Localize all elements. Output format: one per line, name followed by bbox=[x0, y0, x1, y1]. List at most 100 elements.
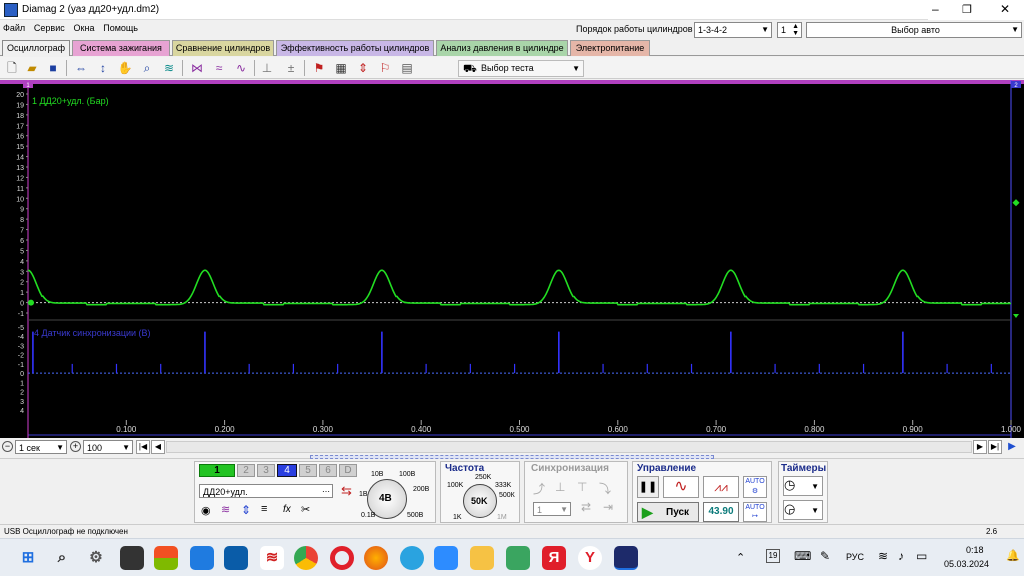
scale-icon[interactable]: ⇕ bbox=[354, 59, 372, 77]
menu-help[interactable]: Помощь bbox=[100, 20, 141, 36]
zero-icon[interactable]: ± bbox=[282, 59, 300, 77]
flag-icon[interactable]: ⚐ bbox=[376, 59, 394, 77]
yandex-icon[interactable]: Я bbox=[542, 546, 566, 570]
tab-power[interactable]: Электропитание bbox=[570, 40, 650, 56]
open-file-icon[interactable]: ▰ bbox=[23, 59, 41, 77]
close-button[interactable]: ✕ bbox=[1000, 2, 1010, 16]
channel-name-field[interactable]: ДД20+удл. ⋯ bbox=[199, 484, 333, 498]
auto-settings-button[interactable]: AUTO ⚙ bbox=[743, 476, 767, 498]
wave-mode-button[interactable]: ⩘⩘ bbox=[703, 476, 739, 498]
sync-channel-select[interactable]: 1 ▼ bbox=[533, 502, 571, 516]
firefox-icon[interactable] bbox=[364, 546, 388, 570]
clock-time[interactable]: 0:18 bbox=[966, 545, 984, 555]
oscilloscope-plot[interactable]: 20 19 18 17 16 15 14 13 12 11 10 9 8 7 6 5 4 3 2 1 0 -1 1 ДД20… bbox=[0, 80, 1024, 438]
zoom-icon[interactable]: ⌕ bbox=[138, 59, 156, 77]
compare-icon[interactable]: ⋈ bbox=[188, 59, 206, 77]
wifi-icon[interactable]: ≋ bbox=[878, 549, 888, 563]
channel-button-1[interactable]: 1 bbox=[199, 464, 235, 477]
time-scale-select[interactable]: 1 сек ▼ bbox=[15, 440, 67, 454]
diamag-icon[interactable] bbox=[614, 546, 638, 570]
tools-icon[interactable]: ✂ bbox=[301, 503, 310, 516]
scroll-left-button[interactable]: ◀ bbox=[151, 440, 165, 454]
eye-icon[interactable]: ◉ bbox=[201, 504, 211, 517]
channel-button-5[interactable]: 5 bbox=[299, 464, 317, 477]
pen-icon[interactable]: ✎ bbox=[820, 549, 830, 563]
start-menu-icon[interactable]: ⊞ bbox=[16, 546, 40, 570]
notifications-icon[interactable]: 🔔 bbox=[1006, 549, 1020, 562]
spectrum-icon[interactable]: ≈ bbox=[210, 59, 228, 77]
channel-button-4[interactable]: 4 bbox=[277, 464, 297, 477]
timer-2-button[interactable]: ◶ ▼ bbox=[783, 500, 823, 520]
outlook-icon[interactable] bbox=[224, 546, 248, 570]
cylinder-spinner[interactable]: 1 ▲ ▼ bbox=[777, 22, 802, 38]
terminal-icon[interactable] bbox=[120, 546, 144, 570]
settings-icon[interactable]: ⚙ bbox=[84, 546, 108, 570]
wifi-app-icon[interactable]: ≋ bbox=[260, 546, 284, 570]
tab-cylinder-efficiency[interactable]: Эффективность работы цилиндров bbox=[276, 40, 434, 56]
zoom-app-icon[interactable] bbox=[434, 546, 458, 570]
marker-icon[interactable]: ⚑ bbox=[310, 59, 328, 77]
function-icon[interactable]: fx bbox=[283, 504, 291, 515]
language-indicator[interactable]: РУС bbox=[846, 552, 864, 562]
sync-mode-icon[interactable]: ⤵ bbox=[599, 480, 611, 497]
grid-icon[interactable]: ▦ bbox=[332, 59, 350, 77]
menu-service[interactable]: Сервис bbox=[31, 20, 68, 36]
zoom-in-icon[interactable]: + bbox=[70, 441, 81, 452]
menu-file[interactable]: Файл bbox=[0, 20, 28, 36]
maximize-button[interactable]: ❐ bbox=[962, 3, 972, 16]
updown-icon[interactable]: ⇕ bbox=[241, 503, 251, 517]
cylinder-order-select[interactable]: 1-3-4-2 ▼ bbox=[694, 22, 772, 38]
play-icon[interactable]: ▶ bbox=[1004, 440, 1020, 454]
channel-button-d[interactable]: D bbox=[339, 464, 357, 477]
lines-icon[interactable]: ≡ bbox=[261, 503, 267, 515]
auto-sync-button[interactable]: AUTO ↦ bbox=[743, 502, 767, 522]
start-button[interactable]: ▶ Пуск bbox=[637, 502, 699, 522]
test-select-dropdown[interactable]: ⛟ Выбор теста ▼ bbox=[458, 60, 584, 77]
amplitude-icon[interactable]: ↕ bbox=[94, 59, 112, 77]
tab-ignition[interactable]: Система зажигания bbox=[72, 40, 170, 56]
scroll-start-button[interactable]: |◀ bbox=[136, 440, 150, 454]
chrome-icon[interactable] bbox=[294, 546, 318, 570]
panel-splitter[interactable] bbox=[310, 455, 714, 459]
keyboard-icon[interactable]: ⌨ bbox=[794, 549, 811, 563]
search-icon[interactable]: ⌕ bbox=[50, 546, 74, 570]
tab-pressure-analysis[interactable]: Анализ давления в цилиндре bbox=[436, 40, 568, 56]
auto-select-dropdown[interactable]: Выбор авто ▼ bbox=[806, 22, 1022, 38]
wave-icon[interactable]: ≋ bbox=[221, 503, 230, 516]
channel-button-2[interactable]: 2 bbox=[237, 464, 255, 477]
pause-button[interactable]: ❚❚ bbox=[637, 476, 659, 498]
zoom-select[interactable]: 100 ▼ bbox=[83, 440, 133, 454]
wave-icon[interactable]: ∿ bbox=[232, 59, 250, 77]
scroll-right-button[interactable]: ▶ bbox=[973, 440, 987, 454]
yandex-browser-icon[interactable]: Y bbox=[578, 546, 602, 570]
sync-shift-icon[interactable]: ⇥ bbox=[603, 500, 613, 514]
tab-cylinder-compare[interactable]: Сравнение цилиндров bbox=[172, 40, 274, 56]
clock-date[interactable]: 05.03.2024 bbox=[944, 559, 989, 569]
battery-icon[interactable]: ▭ bbox=[916, 549, 927, 563]
tab-oscilloscope[interactable]: Осциллограф bbox=[2, 40, 70, 56]
save-icon[interactable]: ■ bbox=[44, 59, 62, 77]
channel-settings-icon[interactable]: ⇆ bbox=[341, 483, 352, 499]
chevron-up-icon[interactable]: ⌃ bbox=[736, 551, 745, 564]
zoom-out-icon[interactable]: − bbox=[2, 441, 13, 452]
channel-button-6[interactable]: 6 bbox=[319, 464, 337, 477]
sync-rise-icon[interactable]: ⤴ bbox=[533, 480, 545, 497]
sync-delay-icon[interactable]: ⇄ bbox=[581, 500, 591, 514]
timer-1-button[interactable]: ◷ ▼ bbox=[783, 476, 823, 496]
hand-icon[interactable]: ✋ bbox=[116, 59, 134, 77]
channel-button-3[interactable]: 3 bbox=[257, 464, 275, 477]
opera-icon[interactable] bbox=[330, 546, 354, 570]
menu-windows[interactable]: Окна bbox=[71, 20, 98, 36]
volume-icon[interactable]: ♪ bbox=[898, 549, 904, 563]
notes-icon[interactable] bbox=[506, 546, 530, 570]
cursor-icon[interactable]: ⇔ bbox=[72, 59, 90, 77]
report-icon[interactable]: ▤ bbox=[398, 59, 416, 77]
minimize-button[interactable]: – bbox=[932, 2, 939, 16]
filter-icon[interactable]: ≋ bbox=[160, 59, 178, 77]
sync-edge-icon[interactable]: ⊤ bbox=[577, 480, 587, 494]
scroll-end-button[interactable]: ▶| bbox=[988, 440, 1002, 454]
telegram-icon[interactable] bbox=[400, 546, 424, 570]
notification-badge[interactable]: 19 bbox=[766, 549, 780, 563]
level-icon[interactable]: ⊥ bbox=[258, 59, 276, 77]
mail-icon[interactable] bbox=[190, 546, 214, 570]
